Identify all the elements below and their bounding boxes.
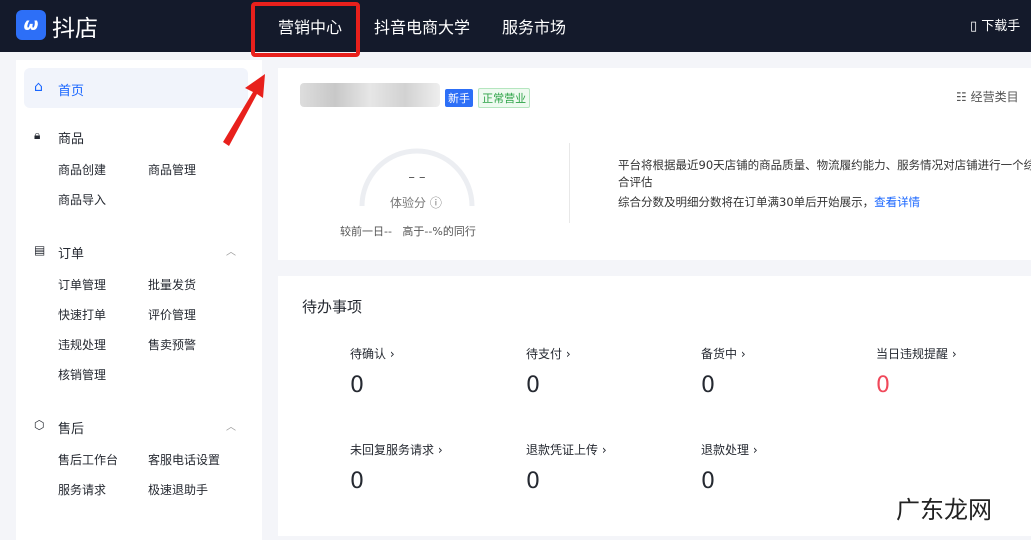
product-icon: 🔒︎: [34, 128, 41, 142]
sidebar-group-product[interactable]: 商品: [58, 128, 84, 147]
sidebar-item[interactable]: 批量发货: [148, 276, 196, 293]
todo-count: 0: [526, 373, 540, 398]
aftersale-icon: ⬡: [34, 418, 45, 432]
home-label: 首页: [58, 84, 85, 99]
home-icon: ⌂: [34, 79, 43, 95]
status-badge: 正常营业: [478, 88, 531, 108]
sidebar-item[interactable]: 商品导入: [58, 191, 106, 208]
todo-count: 0: [701, 469, 715, 494]
sidebar-group-aftersale[interactable]: 售后: [58, 418, 84, 437]
sidebar-item[interactable]: 客服电话设置: [148, 451, 220, 468]
sidebar-group-order[interactable]: 订单: [58, 243, 84, 262]
logo-icon: ω: [16, 10, 46, 40]
score-notice: 综合分数及明细分数将在订单满30单后开始展示，查看详情: [618, 195, 921, 209]
sidebar-item[interactable]: 评价管理: [148, 306, 196, 323]
todo-link[interactable]: 退款凭证上传 ›: [526, 441, 607, 458]
todo-title: 待办事项: [302, 298, 363, 316]
sidebar-item[interactable]: 违规处理: [58, 336, 106, 353]
help-icon[interactable]: ⓘ: [430, 196, 442, 210]
order-icon: ▤: [34, 243, 46, 257]
download-app-link[interactable]: ▯ 下载手: [970, 15, 1020, 34]
sidebar-item[interactable]: 极速退助手: [148, 481, 208, 498]
highlight-box: [251, 2, 360, 57]
red-arrow-annotation: [223, 74, 265, 146]
todo-link[interactable]: 备货中 ›: [701, 345, 746, 362]
score-value: – –: [408, 170, 426, 185]
sidebar-item[interactable]: 商品创建: [58, 161, 106, 178]
todo-count: 0: [350, 469, 364, 494]
score-description: 平台将根据最近90天店铺的商品质量、物流履约能力、服务情况对店铺进行一个综合评估: [618, 158, 1031, 189]
brand-name: 抖店: [52, 16, 98, 42]
score-compare: 较前一日-- 高于--%的同行: [340, 225, 476, 238]
view-details-link[interactable]: 查看详情: [874, 195, 920, 209]
sidebar-item[interactable]: 快速打单: [58, 306, 106, 323]
divider: [569, 143, 570, 223]
sidebar-item[interactable]: 商品管理: [148, 161, 196, 178]
todo-link[interactable]: 当日违规提醒 ›: [876, 345, 957, 362]
blurred-shop-name: [300, 83, 440, 107]
todo-link[interactable]: 待确认 ›: [350, 345, 395, 362]
todo-count: 0: [350, 373, 364, 398]
score-label: 体验分 ⓘ: [390, 196, 442, 210]
business-category-link[interactable]: ☷ 经营类目: [956, 88, 1019, 105]
todo-link[interactable]: 未回复服务请求 ›: [350, 441, 443, 458]
newbie-badge: 新手: [445, 89, 473, 107]
todo-count-alert: 0: [876, 373, 890, 398]
todo-link[interactable]: 退款处理 ›: [701, 441, 758, 458]
top-header: ω 抖店 营销中心 抖音电商大学 服务市场 ▯ 下载手: [0, 0, 1031, 52]
category-label: 经营类目: [970, 90, 1019, 104]
sidebar-item[interactable]: 售后工作台: [58, 451, 118, 468]
sidebar-item[interactable]: 服务请求: [58, 481, 106, 498]
chevron-up-icon[interactable]: ︿: [226, 243, 236, 258]
sidebar-item[interactable]: 售卖预警: [148, 336, 196, 353]
download-label: 下载手: [981, 19, 1021, 34]
sidebar-item[interactable]: 订单管理: [58, 276, 106, 293]
todo-link[interactable]: 待支付 ›: [526, 345, 571, 362]
watermark: 广东龙网: [896, 496, 992, 524]
chevron-up-icon[interactable]: ︿: [226, 418, 236, 433]
todo-count: 0: [526, 469, 540, 494]
todo-count: 0: [701, 373, 715, 398]
nav-service-market[interactable]: 服务市场: [502, 14, 566, 38]
shop-overview-card: 新手 正常营业 ☷ 经营类目 – – 体验分 ⓘ 较前一日-- 高于--%的同行…: [278, 68, 1031, 260]
nav-ecommerce-university[interactable]: 抖音电商大学: [374, 14, 470, 38]
sidebar-item[interactable]: 核销管理: [58, 366, 106, 383]
